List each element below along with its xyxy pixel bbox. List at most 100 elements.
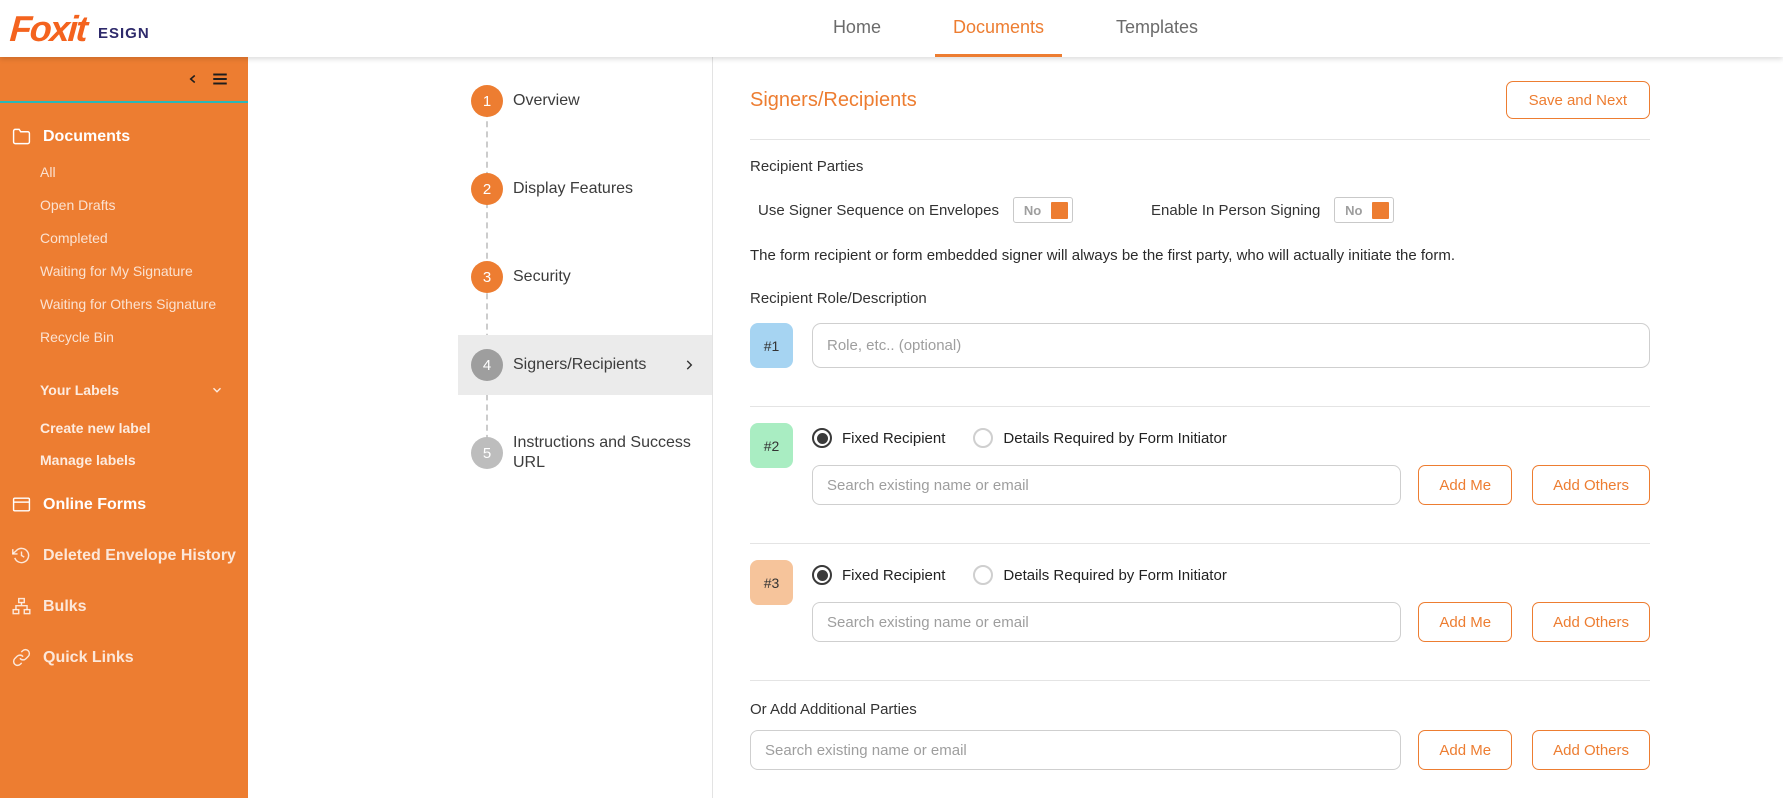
recipient-search-input[interactable] [812,602,1401,642]
save-and-next-button[interactable]: Save and Next [1506,81,1650,119]
recipient-type-radios: Fixed Recipient Details Required by Form… [812,425,1650,451]
sidebar: Documents All Open Drafts Completed Wait… [0,57,248,798]
sidebar-item-completed[interactable]: Completed [0,222,248,255]
recipient-row-3: #3 Fixed Recipient Details Required by F… [750,560,1650,642]
sidebar-menu: Documents All Open Drafts Completed Wait… [0,103,248,680]
sidebar-item-all[interactable]: All [0,156,248,189]
step-label: Instructions and Success URL [513,433,693,473]
sidebar-item-open-drafts[interactable]: Open Drafts [0,189,248,222]
foxit-logo[interactable]: Foxit ESIGN [0,0,248,57]
collapse-chevron-left-icon[interactable] [186,71,200,87]
sidebar-item-quick-links[interactable]: Quick Links [0,635,248,680]
fixed-recipient-label: Fixed Recipient [842,430,945,447]
page-title: Signers/Recipients [750,89,917,112]
step-number-badge: 1 [471,85,503,117]
sidebar-item-your-labels[interactable]: Your Labels [0,372,248,408]
divider [750,680,1650,681]
details-required-radio[interactable] [973,428,993,448]
divider [750,139,1650,140]
divider [750,543,1650,544]
primary-nav: Home Documents Templates [248,0,1783,57]
nav-tab-home[interactable]: Home [815,0,899,57]
sidebar-item-documents[interactable]: Documents [0,117,248,156]
in-person-signing-label: Enable In Person Signing [1151,202,1320,219]
online-forms-label: Online Forms [43,496,146,514]
recipient-row-2: #2 Fixed Recipient Details Required by F… [750,423,1650,505]
divider [750,406,1650,407]
foxit-wordmark: Foxit [9,11,88,47]
step-security[interactable]: 3 Security [458,233,712,321]
recipient-badge: #1 [750,323,793,368]
history-icon [12,546,31,565]
sidebar-item-manage-labels[interactable]: Manage labels [0,444,248,476]
add-others-button[interactable]: Add Others [1532,730,1650,770]
sidebar-item-deleted-envelope-history[interactable]: Deleted Envelope History [0,533,248,578]
step-label: Security [513,267,571,287]
signer-sequence-toggle[interactable]: No [1013,197,1073,223]
details-required-label: Details Required by Form Initiator [1003,567,1226,584]
role-input[interactable] [812,323,1650,368]
sidebar-item-label: Documents [43,128,130,146]
add-others-button[interactable]: Add Others [1532,602,1650,642]
nav-tab-documents[interactable]: Documents [935,0,1062,57]
toggle-value: No [1014,203,1051,218]
step-label: Signers/Recipients [513,355,646,375]
fixed-recipient-radio[interactable] [812,565,832,585]
fixed-recipient-label: Fixed Recipient [842,567,945,584]
in-person-signing-toggle[interactable]: No [1334,197,1394,223]
toggle-knob [1372,202,1389,219]
step-instructions-success-url[interactable]: 5 Instructions and Success URL [458,409,712,497]
labels-submenu: Create new label Manage labels [0,412,248,476]
step-label: Overview [513,91,580,111]
sidebar-item-online-forms[interactable]: Online Forms [0,482,248,527]
fixed-recipient-radio[interactable] [812,428,832,448]
additional-parties-search-input[interactable] [750,730,1401,770]
step-signers-recipients[interactable]: 4 Signers/Recipients [458,335,712,395]
wizard-stepper: 1 Overview 2 Display Features 3 Security… [248,57,713,798]
sidebar-item-bulks[interactable]: Bulks [0,584,248,629]
details-required-radio[interactable] [973,565,993,585]
documents-submenu: All Open Drafts Completed Waiting for My… [0,156,248,354]
recipient-badge: #2 [750,423,793,468]
recipient-role-label: Recipient Role/Description [750,290,1650,307]
your-labels-label: Your Labels [40,382,119,398]
step-number-badge: 4 [471,349,503,381]
hamburger-menu-icon[interactable] [210,70,230,88]
signer-sequence-toggle-group: Use Signer Sequence on Envelopes No [750,197,1073,223]
step-overview[interactable]: 1 Overview [458,57,712,145]
step-number-badge: 3 [471,261,503,293]
toggle-knob [1051,202,1068,219]
sidebar-item-waiting-my-signature[interactable]: Waiting for My Signature [0,255,248,288]
details-required-label: Details Required by Form Initiator [1003,430,1226,447]
sidebar-collapse-controls [0,57,248,103]
signer-sequence-label: Use Signer Sequence on Envelopes [758,202,999,219]
in-person-signing-toggle-group: Enable In Person Signing No [1143,197,1394,223]
top-header: Foxit ESIGN Home Documents Templates [0,0,1783,57]
step-number-badge: 5 [471,437,503,469]
add-others-button[interactable]: Add Others [1532,465,1650,505]
add-me-button[interactable]: Add Me [1418,730,1512,770]
sidebar-item-create-new-label[interactable]: Create new label [0,412,248,444]
window-icon [12,495,31,514]
first-party-note: The form recipient or form embedded sign… [750,247,1650,264]
step-number-badge: 2 [471,173,503,205]
add-me-button[interactable]: Add Me [1418,465,1512,505]
sidebar-item-recycle-bin[interactable]: Recycle Bin [0,321,248,354]
nav-tab-templates[interactable]: Templates [1098,0,1216,57]
deleted-envelope-history-label: Deleted Envelope History [43,547,236,565]
bulks-label: Bulks [43,598,87,616]
esign-wordmark: ESIGN [98,25,150,42]
recipient-search-input[interactable] [812,465,1401,505]
app-window: Foxit ESIGN Home Documents Templates Doc… [0,0,1783,798]
add-me-button[interactable]: Add Me [1418,602,1512,642]
additional-parties-label: Or Add Additional Parties [750,701,1650,718]
main-content: Signers/Recipients Save and Next Recipie… [713,57,1783,798]
recipient-row-1: #1 [750,323,1650,368]
step-display-features[interactable]: 2 Display Features [458,145,712,233]
toggles-row: Use Signer Sequence on Envelopes No Enab… [750,197,1650,223]
sidebar-item-waiting-others-signature[interactable]: Waiting for Others Signature [0,288,248,321]
step-label: Display Features [513,179,633,199]
folder-icon [12,127,31,146]
quick-links-label: Quick Links [43,649,134,667]
sitemap-icon [12,597,31,616]
